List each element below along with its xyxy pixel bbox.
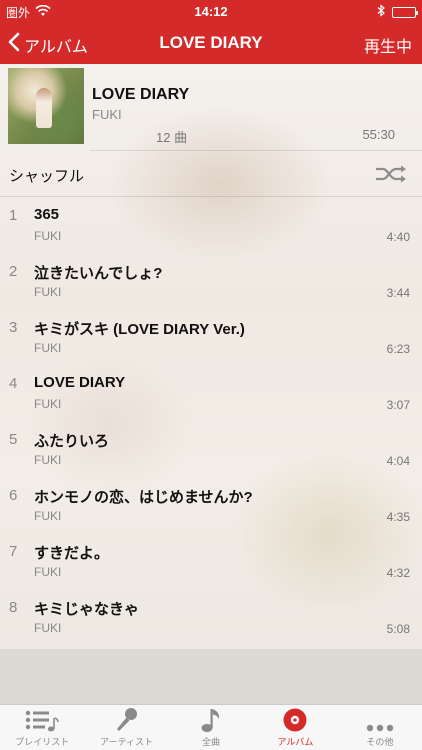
tab-songs[interactable]: 全曲 <box>169 705 253 750</box>
track-duration: 4:35 <box>386 510 410 524</box>
track-row[interactable]: 8 キミじゃなきゃ FUKI 5:08 <box>0 590 422 646</box>
status-time: 14:12 <box>194 4 228 19</box>
track-row[interactable]: 3 キミがスキ (LOVE DIARY Ver.) FUKI 6:23 <box>0 310 422 366</box>
album-duration: 55:30 <box>362 127 395 142</box>
album-disc-icon <box>253 705 337 733</box>
track-artist: FUKI <box>34 621 62 635</box>
track-title: ホンモノの恋、はじめませんか? <box>34 489 253 506</box>
status-bar: 圏外 14:12 <box>0 0 422 24</box>
tab-artists[interactable]: アーティスト <box>84 705 168 750</box>
track-title: すきだよ。 <box>34 545 110 562</box>
tab-label: 全曲 <box>202 737 221 747</box>
bluetooth-icon <box>377 4 386 20</box>
album-track-count: 12 曲 <box>156 130 188 145</box>
tab-label: その他 <box>366 737 394 747</box>
track-artist: FUKI <box>34 285 62 299</box>
track-title: 泣きたいんでしょ? <box>34 265 163 282</box>
tab-more[interactable]: その他 <box>338 705 422 750</box>
track-artist: FUKI <box>34 509 62 523</box>
track-title: LOVE DIARY <box>34 374 126 391</box>
tab-label: アルバム <box>277 737 314 747</box>
tab-label: アーティスト <box>100 737 154 747</box>
track-row[interactable]: 2 泣きたいんでしょ? FUKI 3:44 <box>0 254 422 310</box>
track-row[interactable]: 6 ホンモノの恋、はじめませんか? FUKI 4:35 <box>0 478 422 534</box>
track-number: 1 <box>9 207 18 224</box>
tab-playlists[interactable]: プレイリスト <box>0 705 84 750</box>
battery-icon <box>392 6 418 18</box>
track-row[interactable]: 5 ふたりいろ FUKI 4:04 <box>0 422 422 478</box>
track-number: 5 <box>9 431 18 448</box>
track-title: 365 <box>34 206 60 223</box>
track-number: 2 <box>9 263 18 280</box>
music-note-icon <box>169 705 253 733</box>
more-icon <box>338 705 422 733</box>
track-artist: FUKI <box>34 565 62 579</box>
track-number: 3 <box>9 319 18 336</box>
divider <box>0 196 422 197</box>
album-detail-content: LOVE DIARY FUKI 12 曲 55:30 シャッフル 1 365 F… <box>0 64 422 649</box>
status-right <box>377 4 418 20</box>
track-number: 8 <box>9 599 18 616</box>
album-artist: FUKI <box>92 107 122 122</box>
shuffle-button[interactable]: シャッフル <box>0 154 422 196</box>
track-artist: FUKI <box>34 341 62 355</box>
track-duration: 3:07 <box>386 398 410 412</box>
track-row[interactable]: 4 LOVE DIARY FUKI 3:07 <box>0 366 422 422</box>
microphone-icon <box>84 705 168 733</box>
tab-albums[interactable]: アルバム <box>253 705 337 750</box>
chevron-left-icon <box>8 32 20 57</box>
track-duration: 3:44 <box>386 286 410 300</box>
mini-player-area <box>0 649 422 704</box>
track-number: 6 <box>9 487 18 504</box>
track-row[interactable]: 7 すきだよ。 FUKI 4:32 <box>0 534 422 590</box>
track-duration: 6:23 <box>386 342 410 356</box>
tab-bar: プレイリスト アーティスト 全曲 アルバム その他 <box>0 704 422 750</box>
track-title: キミがスキ (LOVE DIARY Ver.) <box>34 321 245 338</box>
tab-label: プレイリスト <box>15 737 70 747</box>
back-button-label: アルバム <box>24 38 88 56</box>
album-header: LOVE DIARY FUKI 12 曲 55:30 <box>0 68 422 148</box>
nav-bar: アルバム LOVE DIARY 再生中 <box>0 24 422 64</box>
track-duration: 5:08 <box>386 622 410 636</box>
shuffle-icon <box>374 164 408 189</box>
track-number: 7 <box>9 543 18 560</box>
divider <box>90 150 422 151</box>
playlist-icon <box>0 705 84 733</box>
shuffle-label: シャッフル <box>9 168 85 185</box>
album-artwork <box>8 68 84 144</box>
track-artist: FUKI <box>34 453 62 467</box>
track-artist: FUKI <box>34 397 62 411</box>
track-duration: 4:32 <box>386 566 410 580</box>
track-number: 4 <box>9 375 18 392</box>
album-title: LOVE DIARY <box>92 86 190 103</box>
track-duration: 4:04 <box>386 454 410 468</box>
track-title: ふたりいろ <box>34 433 110 450</box>
track-duration: 4:40 <box>386 230 410 244</box>
track-title: キミじゃなきゃ <box>34 601 140 618</box>
back-button[interactable]: アルバム <box>8 32 88 57</box>
track-row[interactable]: 1 365 FUKI 4:40 <box>0 198 422 254</box>
now-playing-button[interactable]: 再生中 <box>364 33 412 57</box>
track-artist: FUKI <box>34 229 62 243</box>
